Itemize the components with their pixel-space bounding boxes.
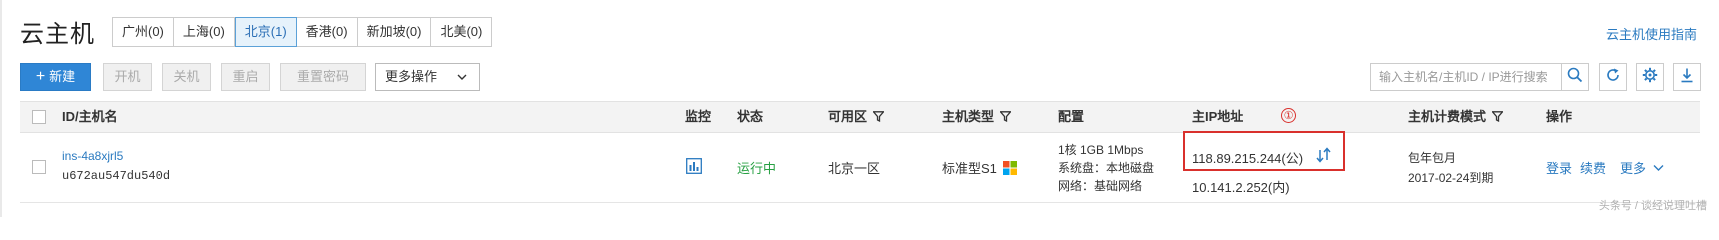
refresh-icon	[1605, 67, 1621, 88]
download-icon	[1679, 67, 1695, 88]
tab-region-north-america[interactable]: 北美(0)	[431, 18, 492, 46]
config-system-disk: 系统盘：本地磁盘	[1058, 161, 1155, 175]
zone-value: 北京一区	[828, 161, 881, 176]
watermark: 头条号 / 谈经说理吐槽	[1598, 200, 1707, 212]
select-all-checkbox[interactable]	[32, 110, 46, 124]
config-cpu-mem-bw: 1核 1GB 1Mbps	[1058, 143, 1144, 157]
chevron-down-icon	[1653, 160, 1664, 175]
search-button[interactable]	[1561, 63, 1589, 91]
login-link[interactable]: 登录	[1546, 158, 1572, 177]
reset-password-button[interactable]: 重置密码	[280, 63, 366, 91]
col-zone-label: 可用区	[828, 109, 868, 124]
instance-type-label: 标准型S1	[942, 161, 997, 176]
monitor-chart-icon[interactable]	[686, 158, 702, 177]
col-config: 配置	[1058, 109, 1085, 124]
col-monitor: 监控	[685, 109, 712, 124]
private-ip: 10.141.2.252(内)	[1192, 180, 1290, 195]
status-badge: 运行中	[737, 161, 777, 176]
more-actions-link[interactable]: 更多	[1620, 158, 1664, 177]
plus-icon: +	[35, 68, 46, 85]
more-actions-label: 更多操作	[385, 69, 438, 84]
config-network: 网络：基础网络	[1058, 179, 1143, 193]
tab-region-hongkong[interactable]: 香港(0)	[296, 18, 358, 46]
col-id-name: ID/主机名	[62, 109, 118, 124]
renew-link[interactable]: 续费	[1580, 158, 1606, 177]
annotation-marker: ①	[1281, 108, 1296, 123]
col-status: 状态	[737, 109, 764, 124]
usage-guide-link[interactable]: 云主机使用指南	[1606, 24, 1697, 43]
ip-highlight-box	[1183, 131, 1345, 171]
row-checkbox[interactable]	[32, 160, 46, 174]
search-input[interactable]	[1370, 63, 1562, 91]
filter-icon[interactable]	[1491, 103, 1504, 133]
expiry-date: 2017-02-24到期	[1408, 171, 1494, 185]
col-billing[interactable]: 主机计费模式	[1408, 102, 1504, 133]
col-type[interactable]: 主机类型	[942, 102, 1012, 133]
download-button[interactable]	[1673, 63, 1701, 91]
table-row: ins-4a8xjrl5 u672au547du540d 运行中 北京一区 标准…	[20, 132, 1700, 203]
new-instance-button[interactable]: + 新建	[20, 63, 91, 91]
restart-button[interactable]: 重启	[221, 63, 270, 91]
new-button-label: 新建	[49, 69, 76, 84]
more-actions-dropdown[interactable]: 更多操作	[375, 63, 480, 91]
settings-button[interactable]	[1636, 63, 1664, 91]
billing-mode: 包年包月	[1408, 151, 1457, 165]
filter-icon[interactable]	[872, 103, 885, 133]
refresh-button[interactable]	[1599, 63, 1627, 91]
instance-hostname: u672au547du540d	[62, 169, 171, 183]
power-off-button[interactable]: 关机	[162, 63, 211, 91]
tab-region-shanghai[interactable]: 上海(0)	[173, 18, 235, 46]
tab-region-beijing[interactable]: 北京(1)	[234, 17, 297, 47]
gear-icon	[1642, 67, 1658, 88]
more-actions-link-label: 更多	[1620, 161, 1647, 176]
col-actions: 操作	[1546, 109, 1573, 124]
windows-logo-icon	[1002, 161, 1017, 178]
region-tabs: 广州(0) 上海(0) 北京(1) 香港(0) 新加坡(0) 北美(0)	[112, 17, 493, 47]
page-title: 云主机	[20, 21, 95, 48]
left-border	[0, 0, 2, 217]
col-ip: 主IP地址	[1192, 109, 1244, 124]
chevron-down-icon	[457, 64, 467, 100]
col-type-label: 主机类型	[942, 109, 995, 124]
search-icon	[1567, 67, 1583, 88]
instance-type: 标准型S1	[942, 158, 1017, 178]
col-billing-label: 主机计费模式	[1408, 109, 1487, 124]
col-zone[interactable]: 可用区	[828, 102, 885, 133]
filter-icon[interactable]	[999, 103, 1012, 133]
tab-region-singapore[interactable]: 新加坡(0)	[357, 18, 432, 46]
table-header: ID/主机名 监控 状态 可用区 主机类型 配置 主IP地址 主机计费模式 操作	[20, 101, 1700, 133]
instance-id-link[interactable]: ins-4a8xjrl5	[62, 149, 123, 163]
power-on-button[interactable]: 开机	[103, 63, 152, 91]
tab-region-guangzhou[interactable]: 广州(0)	[113, 18, 174, 46]
